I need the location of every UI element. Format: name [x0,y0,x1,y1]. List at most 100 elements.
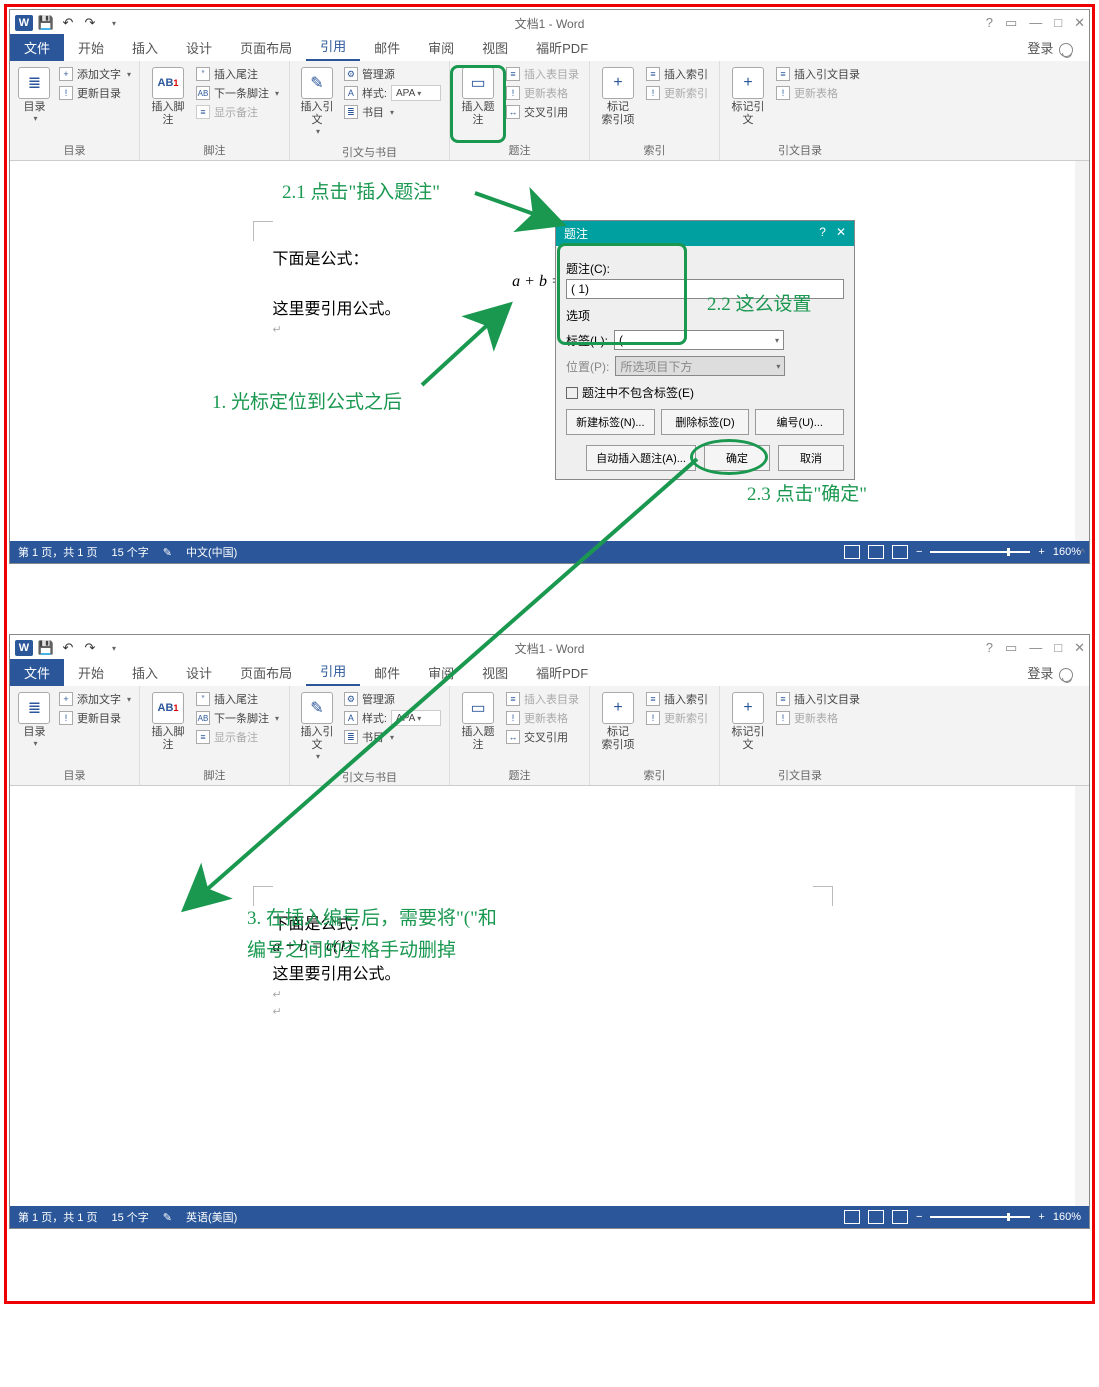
next-footnote-button[interactable]: AB下一条脚注▾ [194,84,281,102]
exclude-label-checkbox[interactable] [566,387,578,399]
add-text-button[interactable]: +添加文字▾ [57,65,133,83]
document-area[interactable]: 下面是公式： a + b = c(1) 这里要引用公式。 ↵ ↵ [10,786,1089,1206]
cross-reference-button[interactable]: ↔交叉引用 [504,103,581,121]
update-index-button[interactable]: !更新索引 [644,84,710,102]
qat-customize[interactable]: ▾ [104,13,124,33]
word-count[interactable]: 15 个字 [111,1209,148,1225]
insert-endnote-button[interactable]: ”插入尾注 [194,690,281,708]
update-toa-button[interactable]: !更新表格 [774,709,862,727]
print-layout-icon[interactable] [868,1210,884,1224]
insert-endnote-button[interactable]: ”插入尾注 [194,65,281,83]
tab-references[interactable]: 引用 [306,657,360,686]
update-table-button[interactable]: !更新表格 [504,84,581,102]
cross-reference-button[interactable]: ↔交叉引用 [504,728,581,746]
zoom-slider[interactable] [930,1216,1030,1218]
minimize-icon[interactable]: — [1029,640,1042,656]
close-icon[interactable]: ✕ [1074,640,1085,656]
tab-foxit[interactable]: 福昕PDF [522,34,602,61]
tab-view[interactable]: 视图 [468,34,522,61]
insert-toa-button[interactable]: ≡插入引文目录 [774,690,862,708]
auto-caption-button[interactable]: 自动插入题注(A)... [586,445,696,471]
redo-icon[interactable]: ↷ [80,638,100,658]
proofing-icon[interactable]: ✎ [163,546,172,559]
save-icon[interactable]: 💾 [36,638,56,658]
tab-review[interactable]: 审阅 [414,34,468,61]
mark-citation-button[interactable]: +标记引文 [726,690,770,754]
manage-sources-button[interactable]: ⚙管理源 [342,65,443,83]
zoom-in[interactable]: + [1038,1211,1044,1223]
numbering-button[interactable]: 编号(U)... [755,409,844,435]
help-icon[interactable]: ? [986,15,993,31]
page-count[interactable]: 第 1 页，共 1 页 [18,544,97,560]
tab-layout[interactable]: 页面布局 [226,659,306,686]
tab-foxit[interactable]: 福昕PDF [522,659,602,686]
ribbon-opts-icon[interactable]: ▭ [1005,15,1017,31]
close-icon[interactable]: ✕ [1074,15,1085,31]
bibliography-button[interactable]: ≣书目▾ [342,103,443,121]
insert-footnote-button[interactable]: AB1插入脚注 [146,690,190,754]
tab-file[interactable]: 文件 [10,34,64,61]
tab-insert[interactable]: 插入 [118,659,172,686]
update-toc-button[interactable]: !更新目录 [57,84,133,102]
update-toc-button[interactable]: !更新目录 [57,709,133,727]
zoom-level[interactable]: 160% [1053,546,1081,558]
zoom-out[interactable]: − [916,1211,922,1223]
toc-button[interactable]: ≣目录▾ [16,690,53,750]
insert-toa-button[interactable]: ≡插入引文目录 [774,65,862,83]
redo-icon[interactable]: ↷ [80,13,100,33]
tab-view[interactable]: 视图 [468,659,522,686]
login-link[interactable]: 登录 [1019,659,1081,686]
citation-style-select[interactable]: A样式: APA▾ [342,709,443,727]
collapse-ribbon-icon[interactable]: ^ [1080,548,1085,559]
tab-home[interactable]: 开始 [64,659,118,686]
new-label-button[interactable]: 新建标签(N)... [566,409,655,435]
zoom-in[interactable]: + [1038,546,1044,558]
tab-review[interactable]: 审阅 [414,659,468,686]
web-layout-icon[interactable] [892,545,908,559]
read-mode-icon[interactable] [844,545,860,559]
proofing-icon[interactable]: ✎ [163,1211,172,1224]
document-area[interactable]: 下面是公式： a + b = c 这里要引用公式。 ↵ [10,161,1089,541]
insert-caption-button[interactable]: ▭插入题注 [456,690,500,754]
show-notes-button[interactable]: ≡显示备注 [194,728,281,746]
next-footnote-button[interactable]: AB下一条脚注▾ [194,709,281,727]
update-index-button[interactable]: !更新索引 [644,709,710,727]
insert-index-button[interactable]: ≡插入索引 [644,65,710,83]
delete-label-button[interactable]: 删除标签(D) [661,409,750,435]
bibliography-button[interactable]: ≣书目▾ [342,728,443,746]
dialog-close-icon[interactable]: ✕ [836,225,846,242]
help-icon[interactable]: ? [986,640,993,656]
qat-customize[interactable]: ▾ [104,638,124,658]
insert-table-figures-button[interactable]: ≡插入表目录 [504,690,581,708]
zoom-out[interactable]: − [916,546,922,558]
read-mode-icon[interactable] [844,1210,860,1224]
mark-citation-button[interactable]: +标记引文 [726,65,770,129]
maximize-icon[interactable]: □ [1054,640,1062,656]
zoom-level[interactable]: 160% [1053,1211,1081,1223]
login-link[interactable]: 登录 [1019,34,1081,61]
minimize-icon[interactable]: — [1029,15,1042,31]
maximize-icon[interactable]: □ [1054,15,1062,31]
mark-index-button[interactable]: +标记 索引项 [596,65,640,129]
language[interactable]: 英语(美国) [186,1209,237,1225]
insert-citation-button[interactable]: ✎插入引文▾ [296,65,338,138]
insert-footnote-button[interactable]: AB1插入脚注 [146,65,190,129]
tab-design[interactable]: 设计 [172,659,226,686]
print-layout-icon[interactable] [868,545,884,559]
tab-design[interactable]: 设计 [172,34,226,61]
tab-home[interactable]: 开始 [64,34,118,61]
tab-insert[interactable]: 插入 [118,34,172,61]
cancel-button[interactable]: 取消 [778,445,844,471]
ribbon-opts-icon[interactable]: ▭ [1005,640,1017,656]
tab-layout[interactable]: 页面布局 [226,34,306,61]
manage-sources-button[interactable]: ⚙管理源 [342,690,443,708]
dialog-help-icon[interactable]: ? [819,225,826,242]
insert-index-button[interactable]: ≡插入索引 [644,690,710,708]
citation-style-select[interactable]: A样式: APA▾ [342,84,443,102]
language[interactable]: 中文(中国) [186,544,237,560]
tab-mailings[interactable]: 邮件 [360,659,414,686]
tab-references[interactable]: 引用 [306,32,360,61]
word-count[interactable]: 15 个字 [111,544,148,560]
update-table-button[interactable]: !更新表格 [504,709,581,727]
update-toa-button[interactable]: !更新表格 [774,84,862,102]
